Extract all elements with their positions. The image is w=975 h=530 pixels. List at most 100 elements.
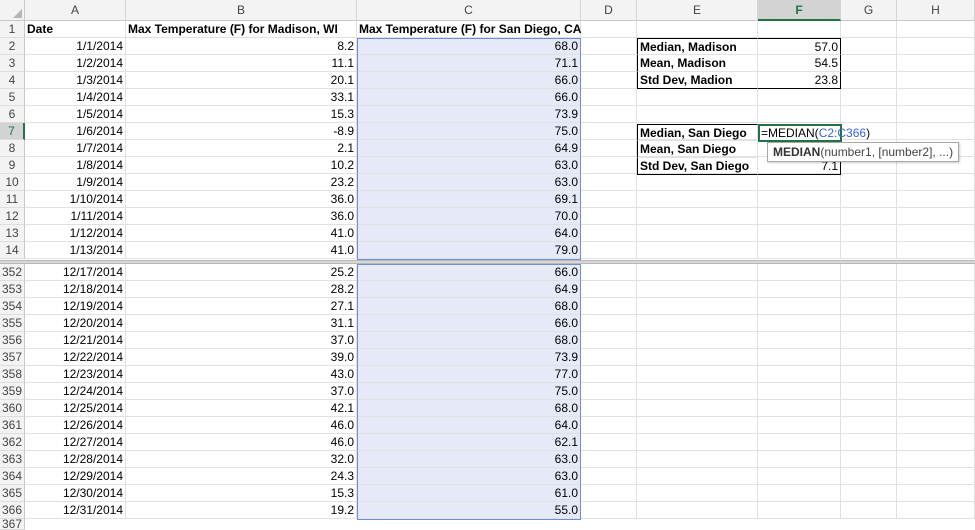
empty-cell[interactable] <box>581 106 637 123</box>
sandiego-temp-cell[interactable]: 66.0 <box>357 264 581 281</box>
sandiego-temp-cell[interactable]: 61.0 <box>357 485 581 502</box>
sandiego-temp-cell[interactable]: 75.0 <box>357 383 581 400</box>
empty-cell[interactable] <box>841 106 897 123</box>
column-header-e[interactable]: E <box>637 0 758 21</box>
date-cell[interactable]: 1/5/2014 <box>25 106 126 123</box>
row-header[interactable]: 356 <box>0 332 25 349</box>
empty-cell[interactable] <box>897 106 975 123</box>
empty-cell[interactable] <box>897 242 975 259</box>
sandiego-temp-cell[interactable]: 69.1 <box>357 191 581 208</box>
empty-cell[interactable] <box>758 106 841 123</box>
empty-cell[interactable] <box>758 225 841 242</box>
sandiego-temp-cell[interactable]: 63.0 <box>357 174 581 191</box>
empty-cell[interactable] <box>841 502 897 519</box>
date-cell[interactable]: 1/9/2014 <box>25 174 126 191</box>
row-header[interactable]: 7 <box>0 123 25 140</box>
empty-cell[interactable] <box>841 485 897 502</box>
empty-cell[interactable] <box>841 332 897 349</box>
empty-cell[interactable] <box>581 400 637 417</box>
empty-cell[interactable] <box>841 417 897 434</box>
median-madison-label[interactable]: Median, Madison <box>637 38 758 55</box>
empty-cell[interactable] <box>897 434 975 451</box>
empty-cell[interactable] <box>758 502 841 519</box>
empty-cell[interactable] <box>637 366 758 383</box>
empty-cell[interactable] <box>581 174 637 191</box>
empty-cell[interactable] <box>897 400 975 417</box>
row-header[interactable]: 364 <box>0 468 25 485</box>
empty-cell[interactable] <box>637 349 758 366</box>
empty-cell[interactable] <box>581 191 637 208</box>
madison-temp-cell[interactable]: 2.1 <box>126 140 357 157</box>
madison-temp-cell[interactable]: 23.2 <box>126 174 357 191</box>
row-header[interactable]: 10 <box>0 174 25 191</box>
empty-cell[interactable] <box>841 434 897 451</box>
cell-d1[interactable] <box>581 21 637 38</box>
empty-cell[interactable] <box>758 208 841 225</box>
madison-temp-cell[interactable]: 42.1 <box>126 400 357 417</box>
empty-cell[interactable] <box>897 89 975 106</box>
empty-cell[interactable] <box>758 451 841 468</box>
date-cell[interactable]: 12/21/2014 <box>25 332 126 349</box>
row-header[interactable]: 3 <box>0 55 25 72</box>
empty-cell[interactable] <box>897 451 975 468</box>
cell-g1[interactable] <box>841 21 897 38</box>
empty-cell[interactable] <box>581 225 637 242</box>
empty-cell[interactable] <box>758 242 841 259</box>
date-cell[interactable]: 12/24/2014 <box>25 383 126 400</box>
empty-cell[interactable] <box>758 264 841 281</box>
madison-temp-cell[interactable]: 8.2 <box>126 38 357 55</box>
empty-cell[interactable] <box>581 502 637 519</box>
column-header-c[interactable]: C <box>357 0 581 21</box>
date-cell[interactable]: 1/10/2014 <box>25 191 126 208</box>
madison-temp-cell[interactable]: 20.1 <box>126 72 357 89</box>
date-cell[interactable]: 1/1/2014 <box>25 38 126 55</box>
madison-temp-cell[interactable]: 15.3 <box>126 485 357 502</box>
empty-cell[interactable] <box>637 451 758 468</box>
empty-cell[interactable] <box>637 298 758 315</box>
empty-cell[interactable] <box>841 451 897 468</box>
row-header[interactable]: 4 <box>0 72 25 89</box>
active-cell-formula-editor[interactable]: =MEDIAN(C2:C366) <box>758 124 870 142</box>
sandiego-temp-cell[interactable]: 73.9 <box>357 349 581 366</box>
select-all-corner[interactable] <box>0 0 25 21</box>
empty-cell[interactable] <box>637 89 758 106</box>
row-header[interactable]: 366 <box>0 502 25 519</box>
sandiego-temp-cell[interactable]: 63.0 <box>357 451 581 468</box>
empty-cell[interactable] <box>637 332 758 349</box>
date-cell[interactable]: 12/17/2014 <box>25 264 126 281</box>
empty-cell[interactable] <box>637 106 758 123</box>
sandiego-temp-cell[interactable]: 71.1 <box>357 55 581 72</box>
madison-temp-cell[interactable]: -8.9 <box>126 123 357 140</box>
madison-temp-cell[interactable]: 46.0 <box>126 417 357 434</box>
sandiego-temp-cell[interactable]: 64.0 <box>357 225 581 242</box>
empty-cell[interactable] <box>637 417 758 434</box>
column-header-b[interactable]: B <box>126 0 357 21</box>
empty-cell[interactable] <box>581 72 637 89</box>
madison-temp-cell[interactable]: 10.2 <box>126 157 357 174</box>
sandiego-temp-cell[interactable]: 68.0 <box>357 332 581 349</box>
empty-cell[interactable] <box>758 174 841 191</box>
sandiego-temp-cell[interactable]: 63.0 <box>357 468 581 485</box>
row-header[interactable]: 5 <box>0 89 25 106</box>
column-header-a[interactable]: A <box>25 0 126 21</box>
std-sandiego-label[interactable]: Std Dev, San Diego <box>637 158 758 175</box>
madison-temp-cell[interactable]: 43.0 <box>126 366 357 383</box>
empty-cell[interactable] <box>581 349 637 366</box>
empty-cell[interactable] <box>581 383 637 400</box>
row-header[interactable]: 361 <box>0 417 25 434</box>
empty-cell[interactable] <box>841 298 897 315</box>
empty-cell[interactable] <box>897 281 975 298</box>
empty-cell[interactable] <box>637 225 758 242</box>
empty-cell[interactable] <box>637 315 758 332</box>
column-header-h[interactable]: H <box>897 0 975 21</box>
date-header-cell[interactable]: Date <box>25 21 126 38</box>
empty-cell[interactable] <box>841 264 897 281</box>
empty-cell[interactable] <box>897 349 975 366</box>
empty-cell[interactable] <box>841 242 897 259</box>
date-cell[interactable]: 12/26/2014 <box>25 417 126 434</box>
date-cell[interactable]: 12/18/2014 <box>25 281 126 298</box>
empty-cell[interactable] <box>581 468 637 485</box>
empty-cell[interactable] <box>581 38 637 55</box>
date-cell[interactable]: 12/28/2014 <box>25 451 126 468</box>
date-cell[interactable]: 1/7/2014 <box>25 140 126 157</box>
